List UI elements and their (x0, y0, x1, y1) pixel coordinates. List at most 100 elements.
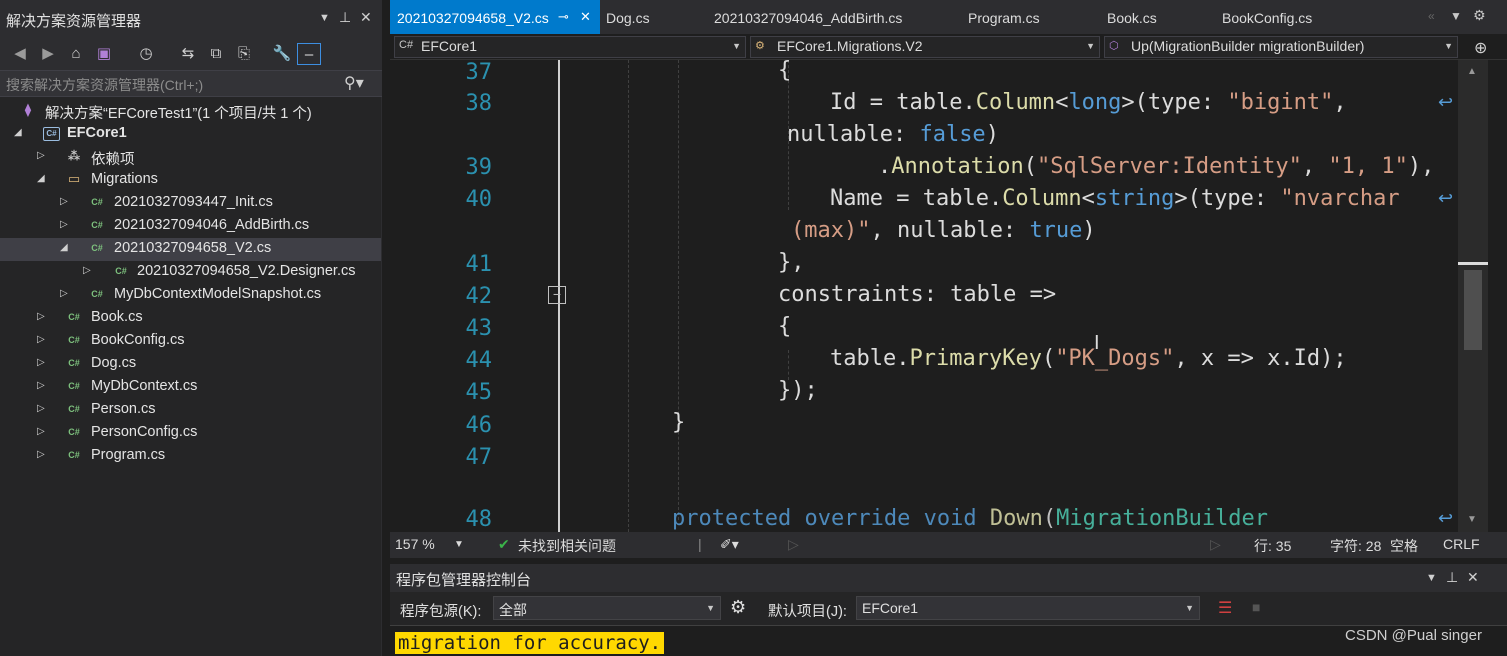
explorer-dropdown-icon[interactable]: ▼ (319, 12, 330, 24)
pending-changes-filter-icon[interactable]: ◷ (134, 43, 158, 65)
scroll-right-icon[interactable]: ▷ (1210, 536, 1221, 553)
project-icon: C# (43, 127, 60, 141)
clear-console-icon[interactable]: ☰ (1218, 598, 1232, 618)
collapsed-arrow-icon[interactable]: ▷ (83, 265, 91, 276)
collapsed-arrow-icon[interactable]: ▷ (60, 219, 68, 230)
line-number: 40 (465, 187, 493, 212)
scroll-left-icon[interactable]: ▷ (788, 536, 799, 553)
switch-views-icon[interactable]: ▣ (92, 43, 116, 65)
settings-gear-icon[interactable]: ⚙ (1473, 7, 1486, 24)
chevron-down-icon: ▼ (706, 603, 715, 613)
collapsed-arrow-icon[interactable]: ▷ (60, 288, 68, 299)
collapsed-arrow-icon[interactable]: ▷ (60, 196, 68, 207)
tree-item-file-selected[interactable]: ◢ C# 20210327094658_V2.cs (0, 238, 381, 261)
collapsed-arrow-icon[interactable]: ▷ (37, 403, 45, 414)
scroll-tabs-left-icon[interactable]: « (1428, 9, 1435, 23)
tree-item-file[interactable]: ▷ C# 20210327094046_AddBirth.cs (0, 215, 381, 238)
collapse-all-icon[interactable]: ⧉ (204, 43, 228, 65)
pin-icon[interactable]: ⊥ (339, 9, 351, 26)
tree-item-file[interactable]: ▷ C# BookConfig.cs (0, 330, 381, 353)
tab-v2-active[interactable]: 20210327094658_V2.cs ⊸ ✕ (390, 0, 600, 34)
tab-program[interactable]: Program.cs (968, 0, 1040, 34)
zoom-level[interactable]: 157 % (395, 536, 435, 552)
collapsed-arrow-icon[interactable]: ▷ (37, 334, 45, 345)
chevron-down-icon[interactable]: ▼ (454, 539, 464, 550)
csharp-file-icon: C# (91, 197, 103, 207)
code-editor[interactable]: − 37 38 39 40 41 42 43 44 45 46 47 48 { … (390, 60, 1458, 532)
sync-icon[interactable]: ⇆ (176, 43, 200, 65)
collapsed-arrow-icon[interactable]: ▷ (37, 150, 45, 161)
tab-bookconfig[interactable]: BookConfig.cs (1222, 0, 1312, 34)
issues-status[interactable]: 未找到相关问题 (518, 536, 616, 556)
line-number: 38 (465, 91, 493, 116)
tree-item-file[interactable]: ▷ C# 20210327094658_V2.Designer.cs (0, 261, 381, 284)
brush-icon[interactable]: ✐▾ (720, 536, 739, 553)
tree-item-file[interactable]: ▷ C# MyDbContextModelSnapshot.cs (0, 284, 381, 307)
pin-icon[interactable]: ⊸ (558, 9, 569, 25)
back-icon[interactable]: ◀ (8, 43, 32, 65)
tree-item-solution[interactable]: ⧫ 解决方案“EFCoreTest1”(1 个项目/共 1 个) (0, 100, 381, 123)
scrollbar-thumb[interactable] (1464, 270, 1482, 350)
expanded-arrow-icon[interactable]: ◢ (60, 242, 68, 253)
close-icon[interactable]: ✕ (360, 9, 372, 26)
editor-vertical-scrollbar[interactable]: ▲ ▼ (1458, 60, 1488, 532)
pin-icon[interactable]: ⊥ (1446, 569, 1458, 586)
collapse-region-icon[interactable]: − (548, 286, 566, 304)
class-dropdown[interactable]: ⚙ EFCore1.Migrations.V2 ▼ (750, 36, 1100, 58)
member-dropdown[interactable]: ⬡ Up(MigrationBuilder migrationBuilder) … (1104, 36, 1458, 58)
csharp-file-icon: C# (91, 289, 103, 299)
package-source-select[interactable]: 全部 ▼ (493, 596, 721, 620)
default-project-select[interactable]: EFCore1 ▼ (856, 596, 1200, 620)
scroll-up-icon[interactable]: ▲ (1467, 66, 1477, 77)
forward-icon[interactable]: ▶ (36, 43, 60, 65)
tree-item-file[interactable]: ▷ C# PersonConfig.cs (0, 422, 381, 445)
code-line: { (778, 60, 792, 83)
class-icon: ⚙ (755, 40, 765, 52)
expanded-arrow-icon[interactable]: ◢ (37, 173, 45, 184)
tree-item-migrations-folder[interactable]: ◢ ▭ Migrations (0, 169, 381, 192)
line-number: 46 (465, 413, 493, 438)
tree-item-file[interactable]: ▷ C# 20210327093447_Init.cs (0, 192, 381, 215)
home-icon[interactable]: ⌂ (64, 43, 88, 65)
scroll-down-icon[interactable]: ▼ (1467, 514, 1477, 525)
collapsed-arrow-icon[interactable]: ▷ (37, 311, 45, 322)
close-icon[interactable]: ✕ (1467, 569, 1479, 586)
preview-icon[interactable]: – (297, 43, 321, 65)
collapsed-arrow-icon[interactable]: ▷ (37, 380, 45, 391)
properties-icon[interactable]: 🔧 (270, 43, 294, 65)
tree-item-file[interactable]: ▷ C# Person.cs (0, 399, 381, 422)
indent-guide (788, 350, 789, 380)
code-line: { (778, 314, 792, 339)
tab-dropdown-icon[interactable]: ▼ (1450, 9, 1462, 23)
tree-item-file[interactable]: ▷ C# Dog.cs (0, 353, 381, 376)
show-all-files-icon[interactable]: ⎘ (232, 43, 256, 65)
scrollbar-caret-marker (1458, 262, 1488, 265)
tab-book[interactable]: Book.cs (1107, 0, 1157, 34)
tree-item-file[interactable]: ▷ C# MyDbContext.cs (0, 376, 381, 399)
indent-mode[interactable]: 空格 (1390, 536, 1418, 556)
expanded-arrow-icon[interactable]: ◢ (14, 127, 22, 138)
search-icon[interactable]: ⚲▾ (344, 73, 364, 93)
pmc-console-output[interactable]: migration for accuracy. (390, 625, 1507, 656)
tree-item-file[interactable]: ▷ C# Book.cs (0, 307, 381, 330)
project-dropdown[interactable]: C# EFCore1 ▼ (394, 36, 746, 58)
collapsed-arrow-icon[interactable]: ▷ (37, 449, 45, 460)
pmc-dropdown-icon[interactable]: ▼ (1426, 572, 1437, 584)
line-ending[interactable]: CRLF (1443, 536, 1480, 552)
tree-item-project[interactable]: ◢ C# EFCore1 (0, 123, 381, 146)
close-tab-icon[interactable]: ✕ (580, 9, 591, 25)
split-editor-icon[interactable]: ⊕ (1474, 38, 1487, 58)
settings-gear-icon[interactable]: ⚙ (730, 597, 746, 618)
line-number: 39 (465, 155, 493, 180)
stop-icon[interactable]: ■ (1252, 599, 1260, 615)
tab-dog[interactable]: Dog.cs (606, 0, 650, 34)
explorer-search[interactable]: 搜索解决方案资源管理器(Ctrl+;) ⚲▾ (0, 70, 382, 97)
check-icon: ✔ (498, 536, 510, 552)
collapsed-arrow-icon[interactable]: ▷ (37, 357, 45, 368)
package-source-label: 程序包源(K): (400, 604, 482, 620)
tab-label: 20210327094046_AddBirth.cs (714, 10, 903, 26)
tab-addbirth[interactable]: 20210327094046_AddBirth.cs (714, 0, 902, 34)
tree-item-dependencies[interactable]: ▷ ⁂ 依赖项 (0, 146, 381, 169)
collapsed-arrow-icon[interactable]: ▷ (37, 426, 45, 437)
tree-item-file[interactable]: ▷ C# Program.cs (0, 445, 381, 468)
